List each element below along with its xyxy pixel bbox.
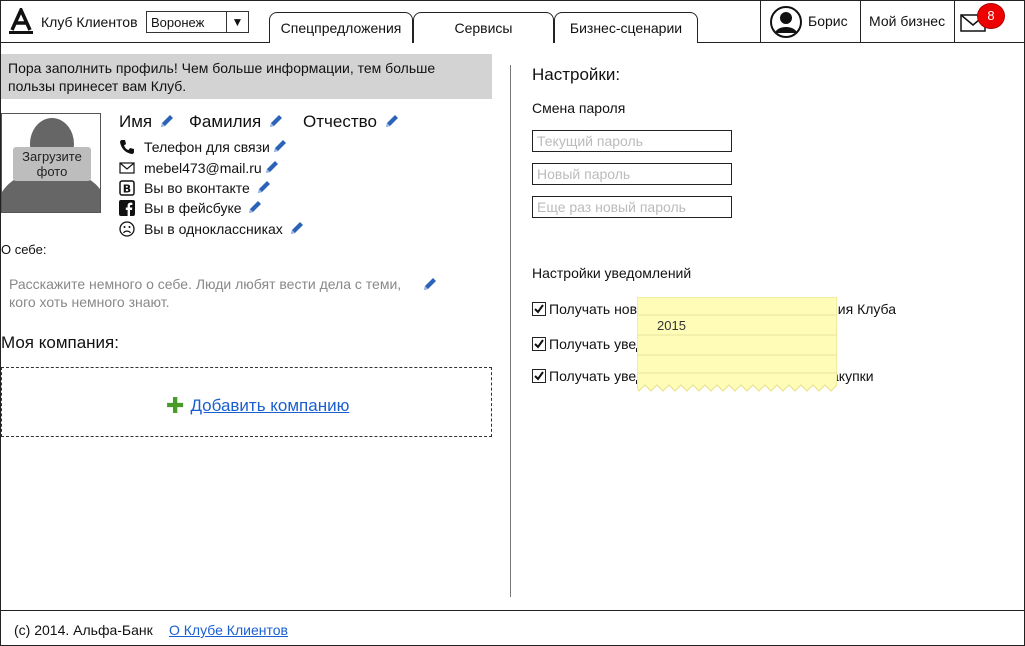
company-section-title: Моя компания: bbox=[1, 333, 119, 352]
last-name-field[interactable]: Фамилия bbox=[189, 112, 284, 132]
header-divider bbox=[760, 0, 761, 43]
add-company-link[interactable]: ✚ Добавить компанию bbox=[166, 393, 349, 419]
company-dropzone[interactable]: ✚ Добавить компанию bbox=[1, 367, 492, 437]
checkmark-icon bbox=[534, 339, 544, 349]
about-textarea[interactable]: Расскажите немного о себе. Люди любят ве… bbox=[9, 275, 419, 311]
facebook-label: Вы в фейсбуке bbox=[144, 200, 242, 216]
alfa-logo-icon[interactable] bbox=[9, 8, 33, 34]
pencil-icon[interactable] bbox=[256, 179, 272, 195]
notification-option-label-tail: акупки bbox=[831, 368, 874, 384]
pencil-icon[interactable] bbox=[268, 113, 284, 129]
club-title[interactable]: Клуб Клиентов bbox=[41, 14, 138, 30]
unread-count-badge[interactable]: 8 bbox=[977, 3, 1005, 29]
sticky-note-text: 2015 bbox=[657, 318, 686, 333]
pencil-icon[interactable] bbox=[159, 113, 175, 129]
notification-option-2[interactable]: Получать увед bbox=[532, 336, 644, 352]
chevron-down-icon[interactable]: ▼ bbox=[226, 12, 248, 32]
envelope-icon bbox=[119, 162, 135, 174]
notification-option-label-tail: ния Клуба bbox=[830, 301, 897, 317]
first-name-field[interactable]: Имя bbox=[119, 112, 175, 132]
footer: (c) 2014. Альфа-Банк О Клубе Клиентов bbox=[0, 610, 1025, 646]
header: Клуб Клиентов Воронеж ▼ Спецпредложения … bbox=[0, 0, 1025, 43]
notification-option-label: Получать нов bbox=[549, 301, 638, 317]
password-section-label: Смена пароля bbox=[532, 100, 626, 116]
tab-special-offers[interactable]: Спецпредложения bbox=[269, 12, 413, 43]
city-select-value: Воронеж bbox=[151, 15, 205, 30]
middle-name-label: Отчество bbox=[303, 112, 377, 131]
pencil-icon[interactable] bbox=[384, 113, 400, 129]
copyright: (c) 2014. Альфа-Банк bbox=[14, 622, 153, 638]
user-avatar-icon[interactable] bbox=[770, 6, 802, 38]
checkmark-icon bbox=[534, 304, 544, 314]
checkmark-icon bbox=[534, 371, 544, 381]
checkbox[interactable] bbox=[532, 369, 546, 383]
pencil-icon[interactable] bbox=[264, 159, 280, 175]
checkbox[interactable] bbox=[532, 337, 546, 351]
tab-business-scenarios[interactable]: Бизнес-сценарии bbox=[554, 12, 698, 43]
pencil-icon[interactable] bbox=[422, 276, 438, 292]
tab-services[interactable]: Сервисы bbox=[413, 12, 554, 43]
plus-icon: ✚ bbox=[166, 393, 185, 418]
last-name-label: Фамилия bbox=[189, 112, 262, 131]
odnoklassniki-icon bbox=[119, 221, 135, 237]
about-label: О себе: bbox=[1, 242, 47, 257]
city-select[interactable]: Воронеж ▼ bbox=[146, 11, 249, 33]
repeat-password-input[interactable] bbox=[532, 196, 732, 218]
svg-text:B: B bbox=[123, 183, 131, 196]
email-value: mebel473@mail.ru bbox=[144, 160, 262, 176]
checkbox[interactable] bbox=[532, 302, 546, 316]
header-divider bbox=[954, 0, 955, 43]
first-name-label: Имя bbox=[119, 112, 153, 131]
upload-photo-button[interactable]: Загрузите фото bbox=[13, 147, 91, 181]
profile-notice: Пора заполнить профиль! Чем больше инфор… bbox=[1, 54, 492, 99]
notifications-section-label: Настройки уведомлений bbox=[532, 265, 692, 281]
column-divider bbox=[510, 65, 511, 597]
my-business-link[interactable]: Мой бизнес bbox=[869, 13, 945, 29]
new-password-input[interactable] bbox=[532, 163, 732, 185]
user-name[interactable]: Борис bbox=[808, 13, 848, 29]
vk-label: Вы во вконтакте bbox=[144, 180, 250, 196]
facebook-icon bbox=[119, 200, 135, 216]
header-divider bbox=[860, 0, 861, 43]
settings-title: Настройки: bbox=[532, 65, 621, 84]
middle-name-field[interactable]: Отчество bbox=[303, 112, 400, 132]
pencil-icon[interactable] bbox=[247, 199, 263, 215]
odnoklassniki-label: Вы в одноклассниках bbox=[144, 221, 283, 237]
about-club-link[interactable]: О Клубе Клиентов bbox=[169, 622, 288, 638]
pencil-icon[interactable] bbox=[272, 138, 288, 154]
current-password-input[interactable] bbox=[532, 130, 732, 152]
pencil-icon[interactable] bbox=[289, 220, 305, 236]
phone-icon bbox=[120, 140, 134, 154]
notification-option-label: Получать увед bbox=[549, 336, 645, 352]
sticky-note[interactable] bbox=[637, 297, 837, 392]
add-company-label: Добавить компанию bbox=[190, 396, 350, 415]
phone-label: Телефон для связи bbox=[144, 139, 270, 155]
notification-option-label: Получать увед bbox=[549, 368, 645, 384]
vk-icon: B bbox=[119, 180, 135, 196]
